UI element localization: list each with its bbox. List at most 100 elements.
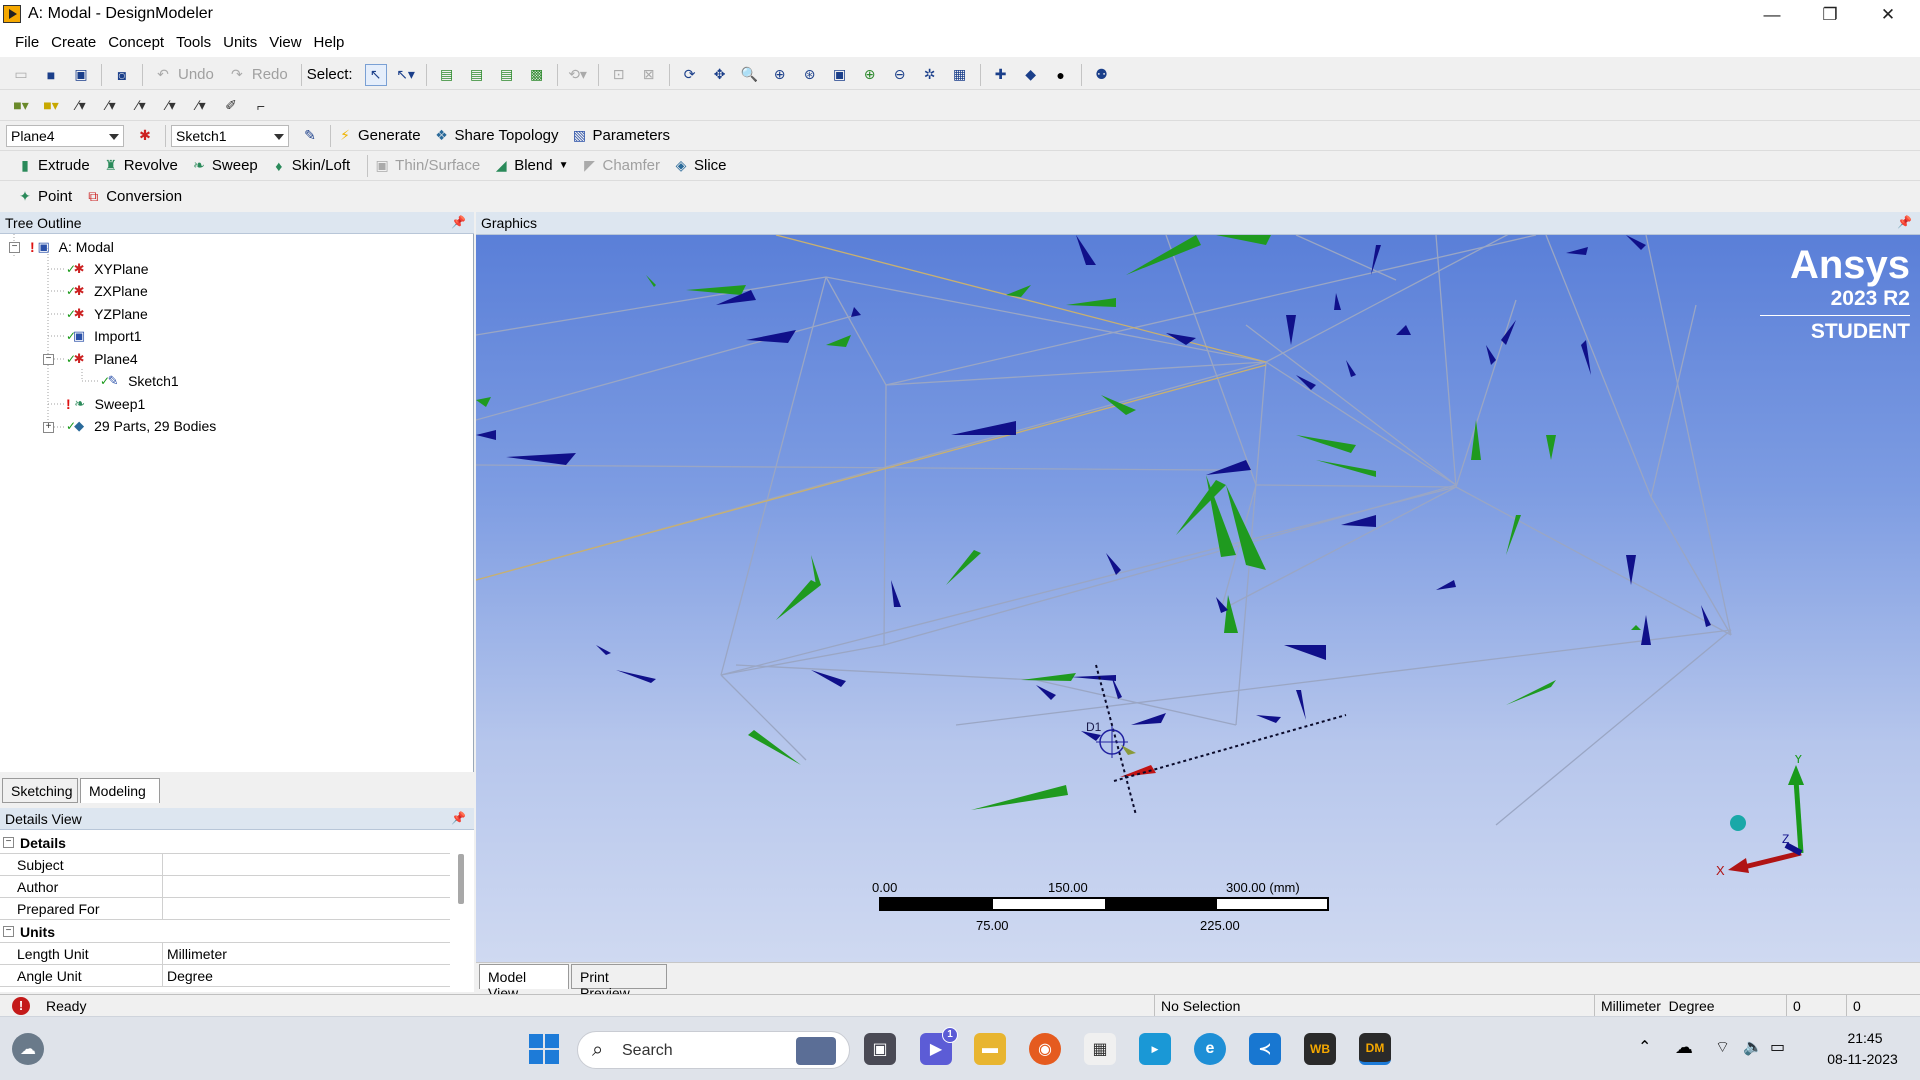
- pin-icon[interactable]: 📌: [451, 811, 466, 825]
- view-options-icon[interactable]: ▦: [949, 64, 971, 86]
- iso-view-icon[interactable]: ✲: [919, 64, 941, 86]
- menu-units[interactable]: Units: [217, 29, 263, 51]
- line-tool-4-icon[interactable]: ∕▾: [160, 95, 182, 117]
- line-tool-2-icon[interactable]: ∕▾: [100, 95, 122, 117]
- menu-create[interactable]: Create: [45, 29, 102, 51]
- plane-select[interactable]: Plane4: [6, 124, 124, 147]
- vscode-icon[interactable]: ≺: [1249, 1033, 1281, 1065]
- thin-surface-button[interactable]: ▣ Thin/Surface: [373, 157, 481, 175]
- tree-item-sweep1[interactable]: ! ❧ Sweep1: [66, 393, 145, 415]
- rotate-icon[interactable]: ⟳: [679, 64, 701, 86]
- task-view-icon[interactable]: ▣: [864, 1033, 896, 1065]
- tree-item-zxplane[interactable]: ✓ ✱ ZXPlane: [66, 280, 148, 302]
- model-wireframe[interactable]: D1: [476, 235, 1920, 962]
- axis-triad[interactable]: Y X Z: [1716, 755, 1836, 875]
- taskbar-search[interactable]: ⌕ Search: [577, 1031, 850, 1069]
- undo-icon[interactable]: ↶: [152, 64, 174, 86]
- display-model-icon[interactable]: ◆: [1020, 64, 1042, 86]
- triad-icon[interactable]: ✚: [990, 64, 1012, 86]
- wifi-icon[interactable]: ⌔: [1715, 1037, 1730, 1057]
- tab-modeling[interactable]: Modeling: [80, 778, 160, 803]
- screenshot-icon[interactable]: ◙: [111, 64, 133, 86]
- save-icon[interactable]: ■: [40, 64, 62, 86]
- details-group-units[interactable]: − Units: [0, 921, 450, 943]
- line-tool-5-icon[interactable]: ∕▾: [190, 95, 212, 117]
- onedrive-icon[interactable]: ☁: [1675, 1037, 1693, 1058]
- point-button[interactable]: ✦ Point: [16, 187, 72, 205]
- zoom-icon[interactable]: 🔍: [739, 64, 761, 86]
- store-icon[interactable]: ▦: [1084, 1033, 1116, 1065]
- chevron-up-icon[interactable]: ⌃: [1638, 1037, 1651, 1057]
- sketch-select[interactable]: Sketch1: [171, 124, 289, 147]
- select-mode-icon[interactable]: ↖▾: [395, 64, 417, 86]
- details-scrollbar[interactable]: [458, 854, 464, 904]
- pin-tool-icon[interactable]: ✐: [220, 95, 242, 117]
- firefox-icon[interactable]: ◉: [1029, 1033, 1061, 1065]
- blend-dropdown-icon[interactable]: ▼: [559, 160, 569, 171]
- tree-item-xyplane[interactable]: ✓ ✱ XYPlane: [66, 258, 149, 280]
- clock-time[interactable]: 21:45: [1825, 1030, 1905, 1046]
- edge-color-icon[interactable]: ■▾: [40, 95, 62, 117]
- details-row-author[interactable]: Author: [0, 876, 450, 898]
- slice-button[interactable]: ◈ Slice: [672, 157, 727, 175]
- details-row-length-unit[interactable]: Length Unit Millimeter: [0, 943, 450, 965]
- zoom-in-icon[interactable]: ⊕: [859, 64, 881, 86]
- tab-print-preview[interactable]: Print Preview: [571, 964, 667, 1001]
- collapse-root-icon[interactable]: −: [9, 242, 20, 253]
- line-tool-3-icon[interactable]: ∕▾: [130, 95, 152, 117]
- zoom-window-icon[interactable]: ▣: [829, 64, 851, 86]
- menu-file[interactable]: File: [9, 29, 45, 51]
- redo-button[interactable]: Redo: [252, 66, 288, 83]
- file-explorer-icon[interactable]: ▬: [974, 1033, 1006, 1065]
- graphics-viewport[interactable]: D1 Ansys 2023 R2 STUDENT 0.00 150.00 300…: [476, 235, 1920, 962]
- select-all-icon[interactable]: ⊡: [608, 64, 630, 86]
- tree-item-modal[interactable]: ! ▣ A: Modal: [30, 236, 114, 258]
- extrude-button[interactable]: ▮ Extrude: [16, 157, 90, 175]
- wireframe-icon[interactable]: ⚉: [1091, 64, 1113, 86]
- collapse-details-icon[interactable]: −: [3, 837, 14, 848]
- menu-tools[interactable]: Tools: [170, 29, 217, 51]
- weather-icon[interactable]: ☁: [12, 1033, 44, 1065]
- new-plane-icon[interactable]: ✱: [134, 125, 156, 147]
- display-point-icon[interactable]: ●: [1050, 64, 1072, 86]
- extend-selection-icon[interactable]: ⟲▾: [567, 64, 589, 86]
- details-row-subject[interactable]: Subject: [0, 854, 450, 876]
- select-points-icon[interactable]: ▤: [436, 64, 458, 86]
- tree-item-yzplane[interactable]: ✓ ✱ YZPlane: [66, 303, 148, 325]
- units-status[interactable]: Millimeter Degree: [1594, 995, 1786, 1017]
- zoom-fit-icon[interactable]: ⊛: [799, 64, 821, 86]
- clear-selection-icon[interactable]: ⊠: [638, 64, 660, 86]
- tab-model-view[interactable]: Model View: [479, 964, 569, 1001]
- pan-icon[interactable]: ✥: [709, 64, 731, 86]
- redo-icon[interactable]: ↷: [226, 64, 248, 86]
- sweep-button[interactable]: ❧ Sweep: [190, 157, 258, 175]
- menu-view[interactable]: View: [263, 29, 307, 51]
- designmodeler-icon[interactable]: DM: [1359, 1033, 1391, 1065]
- zoom-out-icon[interactable]: ⊖: [889, 64, 911, 86]
- prime-video-icon[interactable]: ▶: [1139, 1033, 1171, 1065]
- collapse-plane4-icon[interactable]: −: [43, 354, 54, 365]
- box-zoom-icon[interactable]: ⊕: [769, 64, 791, 86]
- start-icon[interactable]: [528, 1033, 560, 1065]
- expand-parts-icon[interactable]: +: [43, 422, 54, 433]
- clock-date[interactable]: 08-11-2023: [1815, 1051, 1910, 1067]
- tree-item-plane4[interactable]: ✓ ✱ Plane4: [66, 348, 138, 370]
- skin-loft-button[interactable]: ♦ Skin/Loft: [270, 157, 350, 175]
- teams-icon[interactable]: ▶ 1: [920, 1027, 958, 1065]
- tab-sketching[interactable]: Sketching: [2, 778, 78, 803]
- details-row-angle-unit[interactable]: Angle Unit Degree: [0, 965, 450, 987]
- undo-button[interactable]: Undo: [178, 66, 214, 83]
- plane4-origin[interactable]: [1081, 664, 1347, 816]
- chamfer-button[interactable]: ◤ Chamfer: [580, 157, 660, 175]
- generate-button[interactable]: ⚡ Generate: [336, 127, 420, 145]
- conversion-button[interactable]: ⧉ Conversion: [84, 187, 182, 205]
- face-color-icon[interactable]: ■▾: [10, 95, 32, 117]
- select-cursor-icon[interactable]: ↖: [364, 63, 387, 86]
- select-bodies-icon[interactable]: ▩: [526, 64, 548, 86]
- workbench-icon[interactable]: WB: [1304, 1033, 1336, 1065]
- restore-button[interactable]: ❐: [1801, 0, 1859, 29]
- line-tool-1-icon[interactable]: ∕▾: [70, 95, 92, 117]
- pin-icon[interactable]: 📌: [1897, 215, 1912, 229]
- error-icon[interactable]: !: [12, 997, 30, 1015]
- tree-item-import1[interactable]: ✓ ▣ Import1: [66, 325, 142, 347]
